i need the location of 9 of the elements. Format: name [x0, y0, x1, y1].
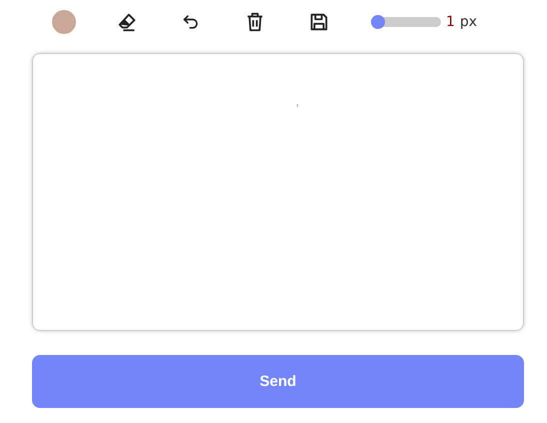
size-value: 1: [446, 14, 455, 30]
color-swatch[interactable]: [52, 10, 76, 34]
size-slider[interactable]: [371, 17, 441, 27]
send-button[interactable]: Send: [32, 355, 524, 408]
brush-mark: [297, 104, 298, 107]
save-icon[interactable]: [308, 11, 330, 33]
slider-thumb[interactable]: [371, 15, 385, 29]
eraser-icon[interactable]: [116, 11, 138, 33]
size-unit: px: [460, 14, 478, 30]
